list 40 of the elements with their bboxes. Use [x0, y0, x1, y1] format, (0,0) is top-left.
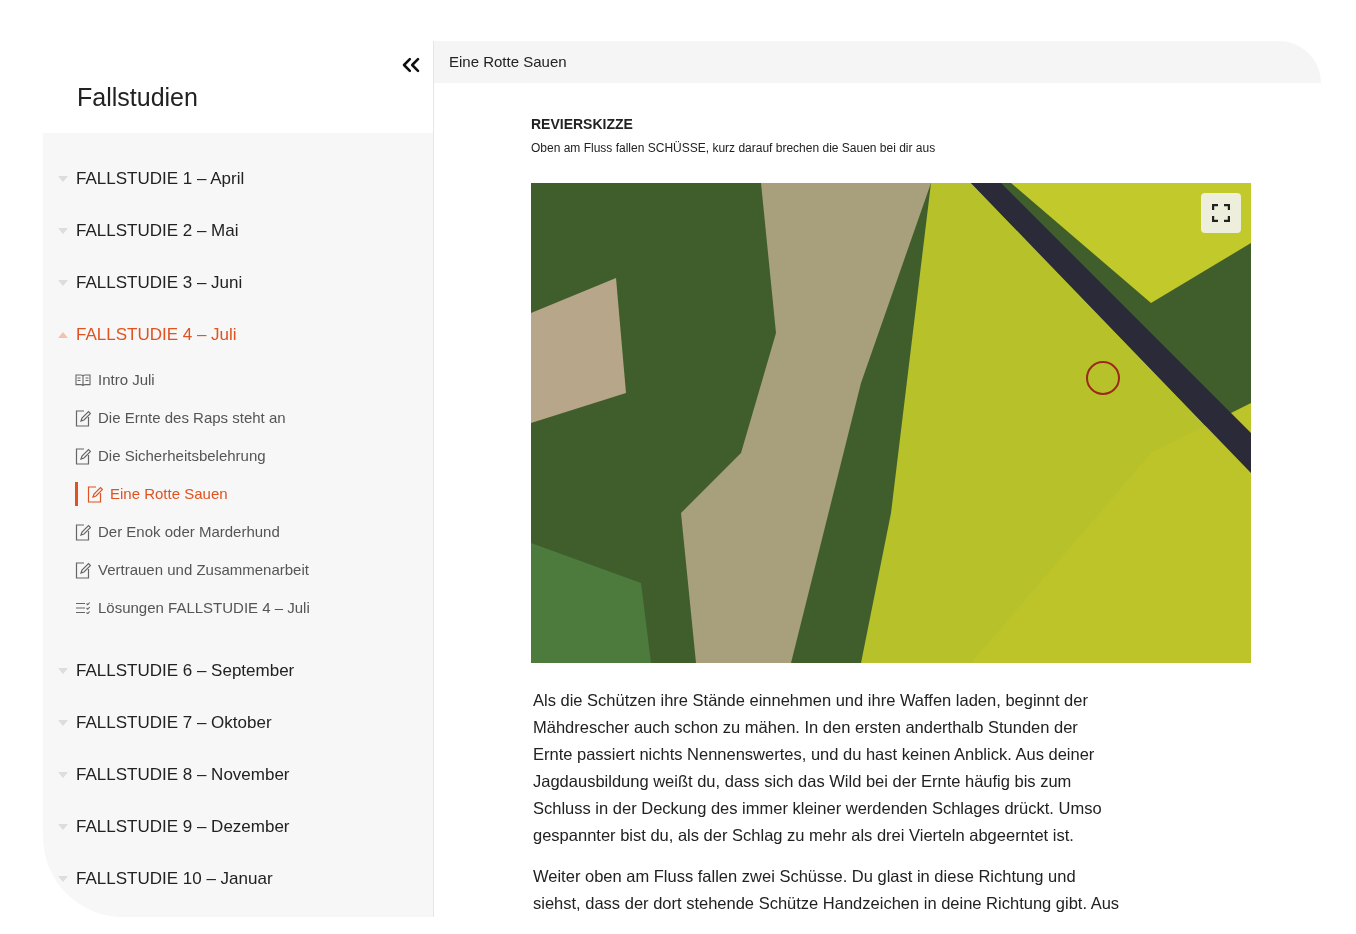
- lesson-item[interactable]: Intro Juli: [75, 368, 155, 392]
- section-heading: REVIERSKIZZE: [531, 115, 634, 134]
- caret-down-icon: [58, 280, 68, 286]
- edit-icon: [75, 409, 91, 427]
- caret-down-icon: [58, 772, 68, 778]
- chapter-item[interactable]: FALLSTUDIE 10 – Januar: [43, 853, 433, 905]
- caret-down-icon: [58, 824, 68, 830]
- lesson-item[interactable]: Eine Rotte Sauen: [87, 482, 228, 506]
- map-caption: Oben am Fluss fallen SCHÜSSE, kurz darauf brechen die Sauen bei dir aus: [531, 140, 937, 157]
- checklist-icon: [75, 602, 91, 614]
- page-title: Eine Rotte Sauen: [449, 51, 567, 72]
- lesson-item[interactable]: Die Sicherheitsbelehrung: [75, 444, 266, 468]
- body-paragraph: Weiter oben am Fluss fallen zwei Schüsse. Du glast in diese Richtung und siehst, dass der dort stehende Schütze Handzeichen in deine Richtung gibt. Aus: [533, 866, 1121, 914]
- lesson-item[interactable]: Lösungen FALLSTUDIE 4 – Juli: [75, 596, 310, 620]
- sidebar-title: Fallstudien: [77, 82, 198, 113]
- caret-down-icon: [58, 228, 68, 234]
- chapter-item[interactable]: FALLSTUDIE 6 – September: [43, 645, 433, 697]
- chapter-item[interactable]: FALLSTUDIE 2 – Mai: [43, 205, 433, 257]
- lesson-item[interactable]: Der Enok oder Marderhund: [75, 520, 280, 544]
- edit-icon: [75, 523, 91, 541]
- book-icon: [75, 373, 91, 387]
- chapter-item[interactable]: FALLSTUDIE 1 – April: [43, 153, 433, 205]
- caret-down-icon: [58, 876, 68, 882]
- edit-icon: [75, 561, 91, 579]
- lesson-item[interactable]: Vertrauen und Zusammenarbeit: [75, 558, 309, 582]
- caret-down-icon: [58, 176, 68, 182]
- caret-up-icon: [58, 332, 68, 338]
- fullscreen-icon: [1212, 204, 1230, 222]
- chapter-item[interactable]: FALLSTUDIE 4 – Juli: [43, 309, 433, 361]
- lesson-item[interactable]: Die Ernte des Raps steht an: [75, 406, 286, 430]
- chapter-item[interactable]: FALLSTUDIE 7 – Oktober: [43, 697, 433, 749]
- edit-icon: [75, 447, 91, 465]
- chapter-item[interactable]: FALLSTUDIE 3 – Juni: [43, 257, 433, 309]
- caret-down-icon: [58, 720, 68, 726]
- fullscreen-button[interactable]: [1201, 193, 1241, 233]
- body-paragraph: Als die Schützen ihre Stände einnehmen und ihre Waffen laden, beginnt der Mähdrescher auch schon zu mähen. In den ersten anderthalb Stunden der Ernte passiert nichts Nennenswertes, und du hast keinen Anblick. Aus deiner Jagdausbildung weißt du, dass sich das Wild bei der Ernte häufig bis zum Schluss in der Deckung des immer kleiner werdenden Schlages drückt. Umso gespannter bist du, als der Schlag zu mehr als drei Vierteln abgeerntet ist.: [533, 690, 1103, 846]
- chapter-item[interactable]: FALLSTUDIE 8 – November: [43, 749, 433, 801]
- chapter-item[interactable]: FALLSTUDIE 9 – Dezember: [43, 801, 433, 853]
- edit-icon: [87, 485, 103, 503]
- caret-down-icon: [58, 668, 68, 674]
